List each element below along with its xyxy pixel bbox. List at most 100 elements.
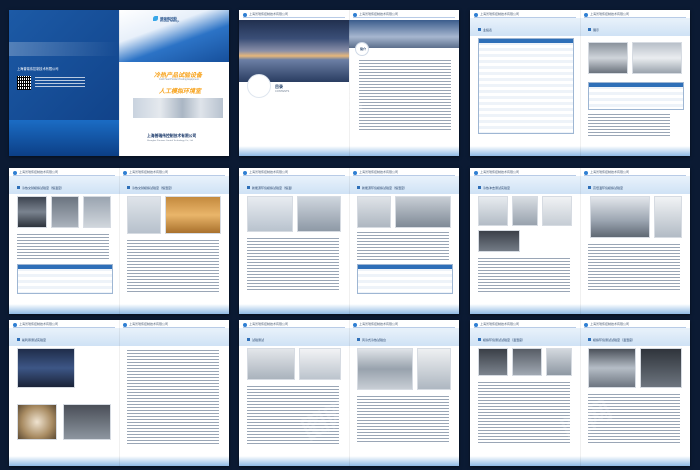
logo-icon	[123, 171, 127, 175]
page-header-text: 上海普瑞伟控制技术有限公司	[359, 12, 399, 16]
section-page: 上海普瑞伟控制技术有限公司	[119, 320, 229, 466]
spec-table	[17, 264, 113, 294]
equipment-photo	[640, 348, 682, 388]
equipment-photo	[542, 196, 572, 226]
body-text	[588, 394, 680, 444]
spread-section-8: 上海普瑞伟控制技术有限公司 试验测试 上海普瑞伟控制技术有限公司 风冷式冷热试验…	[239, 320, 459, 466]
body-text	[247, 386, 339, 444]
body-text	[357, 396, 449, 444]
logo-icon	[243, 323, 247, 327]
section-title: 风冷式冷热试验台	[362, 337, 387, 342]
contents-page: 上海普瑞伟控制技术有限公司 目录 CONTENTS	[239, 10, 349, 156]
page-header-text: 上海普瑞伟控制技术有限公司	[590, 12, 630, 16]
section-page: 上海普瑞伟控制技术有限公司 氟利昂测试实验室	[9, 320, 119, 466]
front-cover-page: 普瑞伟控股 Puruiwei Holdings 冷热产品试验设备 Cold He…	[119, 10, 229, 156]
page-footer	[470, 146, 580, 156]
page-header-text: 上海普瑞伟控制技术有限公司	[359, 322, 399, 326]
back-cover-bottom-band	[9, 120, 119, 156]
equipment-photo	[51, 196, 79, 228]
body-text	[127, 240, 219, 292]
body-text	[478, 258, 570, 292]
header-band	[119, 328, 229, 346]
back-cover-page: 上海普瑞伟控制技术有限公司	[9, 10, 119, 156]
body-text	[357, 232, 449, 260]
spread-performance: 上海普瑞伟控制技术有限公司 业绩表 上海普瑞伟控制技术有限公司 展示	[470, 10, 690, 156]
performance-table	[478, 38, 574, 134]
cover-photo-strip	[133, 98, 223, 118]
section-icon	[357, 338, 360, 341]
equipment-photo	[478, 348, 508, 376]
equipment-photo	[417, 348, 451, 390]
page-header: 上海普瑞伟控制技术有限公司	[353, 12, 455, 18]
table-header	[18, 265, 112, 269]
page-footer	[470, 456, 580, 466]
brand-sub: Puruiwei Holdings	[160, 20, 180, 23]
section-icon	[478, 338, 481, 341]
equipment-photo	[247, 348, 295, 380]
equipment-photo	[83, 196, 111, 228]
page-header-text: 上海普瑞伟控制技术有限公司	[590, 170, 630, 174]
intro-text-block	[359, 60, 451, 130]
section-title: 业绩表	[483, 27, 493, 32]
equipment-photo	[512, 348, 542, 376]
logo-icon	[13, 323, 17, 327]
spread-fold	[119, 10, 120, 156]
page-footer	[239, 456, 349, 466]
table-header	[358, 265, 452, 269]
page-header-text: 上海普瑞伟控制技术有限公司	[19, 322, 59, 326]
page-footer	[119, 304, 229, 314]
page-footer	[239, 146, 349, 156]
equipment-photo	[590, 196, 650, 238]
spread-fold	[349, 320, 350, 466]
spread-section-9: 上海普瑞伟控制技术有限公司 模拟环境测试试验室（温湿度） 上海普瑞伟控制技术有限…	[470, 320, 690, 466]
spec-table	[357, 264, 453, 294]
spread-fold	[349, 10, 350, 156]
logo-icon	[584, 171, 588, 175]
section-title: 氟利昂测试实验室	[22, 337, 47, 342]
spread-cover: 上海普瑞伟控制技术有限公司 普瑞伟控股 Puruiwei Holdings 冷热…	[9, 10, 229, 156]
spec-text	[588, 114, 670, 136]
page-footer	[470, 304, 580, 314]
logo-icon	[474, 171, 478, 175]
spec-table	[588, 82, 684, 110]
page-header-text: 上海普瑞伟控制技术有限公司	[249, 322, 289, 326]
page-header: 上海普瑞伟控制技术有限公司	[243, 12, 345, 18]
section-icon	[127, 186, 130, 189]
sunset-photo	[239, 20, 349, 82]
page-footer	[580, 304, 690, 314]
section-title: 冷热交替模拟试验室（恒温室）	[22, 185, 65, 190]
spread-section-5: 上海普瑞伟控制技术有限公司 新能源环境模拟试验室（恒温） 上海普瑞伟控制技术有限…	[239, 168, 459, 314]
body-text	[127, 350, 219, 446]
cover-title-line2: 人工模拟环境室	[159, 89, 202, 95]
section-title: 冷热交替模拟试验室（恒湿室）	[132, 185, 175, 190]
toc-page: 上海普瑞伟控制技术有限公司 简介	[349, 10, 459, 156]
intro-label: 简介	[360, 47, 367, 51]
section-icon	[588, 186, 591, 189]
body-text	[17, 234, 109, 260]
equipment-photo	[654, 196, 682, 238]
qr-code	[17, 76, 31, 90]
page-header-text: 上海普瑞伟控制技术有限公司	[129, 322, 169, 326]
spread-section-4: 上海普瑞伟控制技术有限公司 冷热交替模拟试验室（恒温室） 上海普瑞伟控制技术有限…	[9, 168, 229, 314]
page-header-text: 上海普瑞伟控制技术有限公司	[249, 170, 289, 174]
page-header-text: 上海普瑞伟控制技术有限公司	[19, 170, 59, 174]
equipment-photo	[17, 196, 47, 228]
equipment-photo	[299, 348, 341, 380]
cover-subtitle-en: Cold Heat Product Testing Equipment	[159, 78, 199, 81]
back-cover-company: 上海普瑞伟控制技术有限公司	[17, 67, 59, 71]
section-icon	[17, 338, 20, 341]
logo-icon	[584, 323, 588, 327]
page-footer	[349, 304, 459, 314]
equipment-photo	[297, 196, 341, 232]
section-page: 上海普瑞伟控制技术有限公司 新能源环境模拟试验室（恒温）	[239, 168, 349, 314]
back-cover-wave	[9, 42, 119, 56]
back-cover-info-lines	[35, 77, 85, 89]
logo-icon	[474, 323, 478, 327]
page-footer	[580, 146, 690, 156]
cover-company-bottom-en: Shanghai Puruiwei Control Technology Co.…	[147, 140, 193, 142]
equipment-photo	[546, 348, 572, 376]
spread-section-7: 上海普瑞伟控制技术有限公司 氟利昂测试实验室 上海普瑞伟控制技术有限公司	[9, 320, 229, 466]
section-icon	[588, 28, 591, 31]
section-page: 上海普瑞伟控制技术有限公司 冷热交替模拟试验室（恒湿室）	[119, 168, 229, 314]
equipment-photo	[588, 348, 636, 388]
